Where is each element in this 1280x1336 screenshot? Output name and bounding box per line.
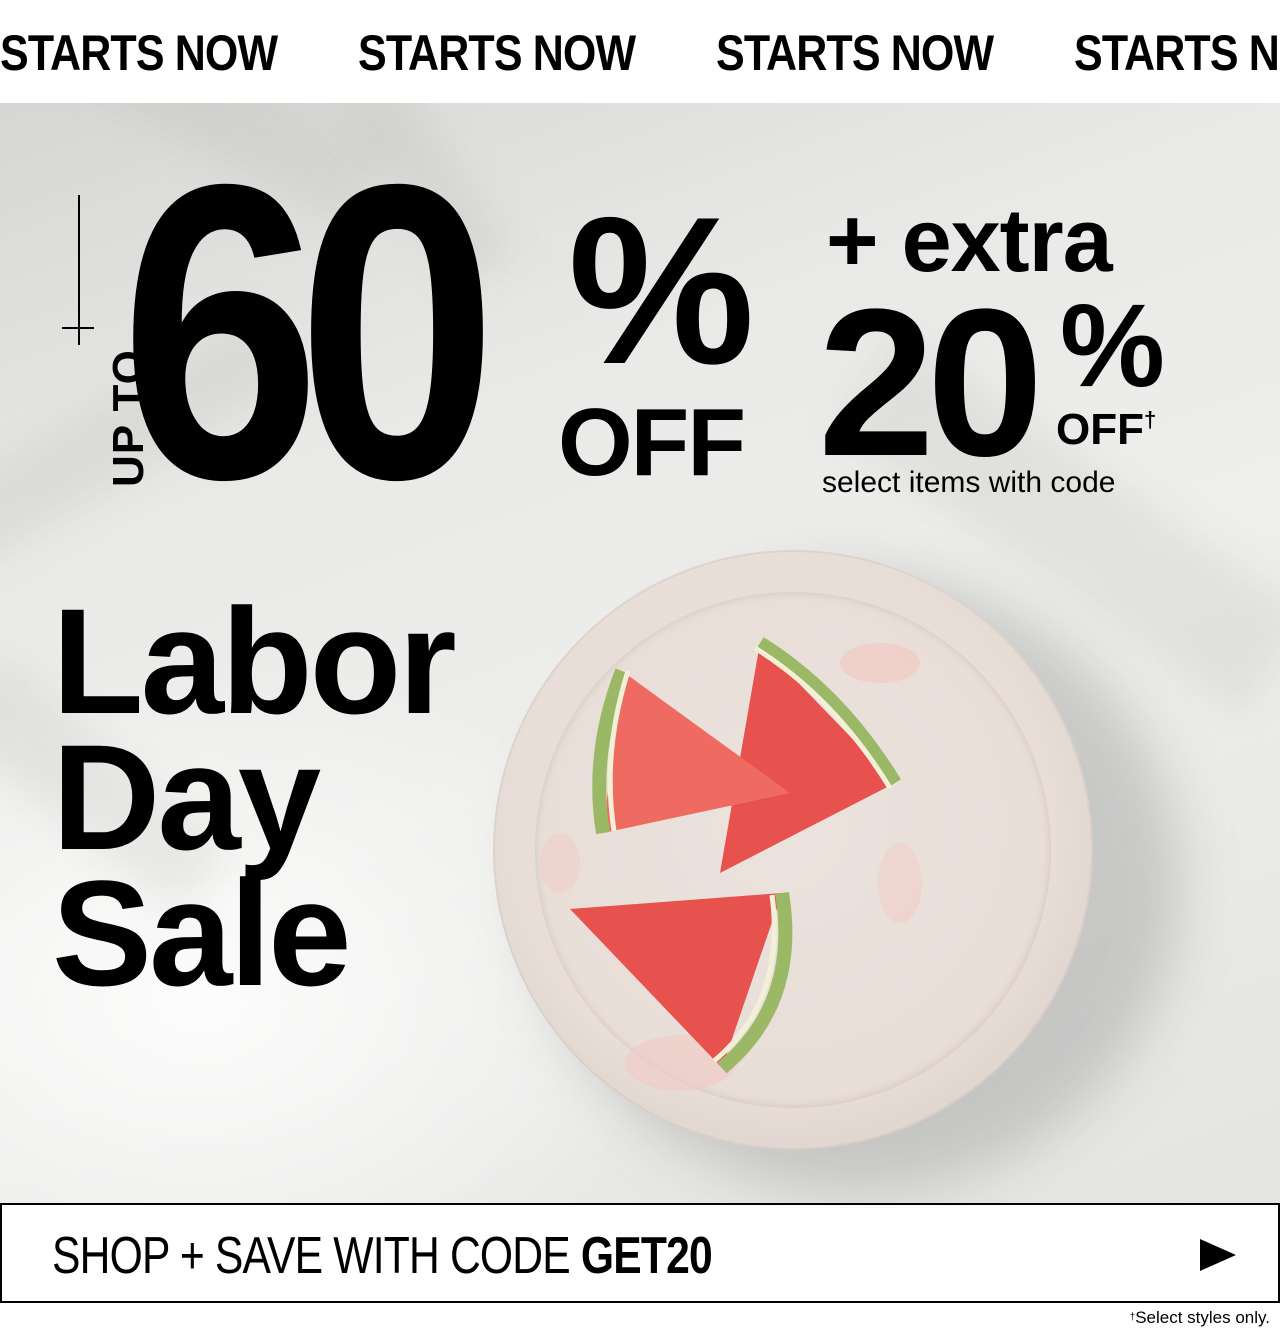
hero-banner[interactable]: UP TO 60 % OFF + extra 20 % OFF† select …: [0, 103, 1280, 1203]
ticker-item: STARTS NOW: [1074, 25, 1280, 81]
play-arrow-icon: [1200, 1239, 1236, 1271]
watermelon-slices: [540, 637, 922, 1091]
starts-now-ticker: STARTS NOW STARTS NOW STARTS NOW STARTS …: [0, 0, 1280, 103]
shop-save-button[interactable]: SHOP + SAVE WITH CODE GET20: [0, 1203, 1280, 1303]
ticker-item: STARTS NOW: [358, 25, 636, 81]
footnote: †Select styles only.: [1130, 1307, 1270, 1329]
promo-code: GET20: [580, 1227, 713, 1285]
cta-label-text: SHOP + SAVE WITH CODE: [52, 1227, 581, 1285]
cta-label: SHOP + SAVE WITH CODE GET20: [52, 1227, 713, 1285]
footnote-text: Select styles only.: [1135, 1308, 1270, 1327]
ticker-item: STARTS NOW: [0, 25, 278, 81]
ticker-item: STARTS NOW: [716, 25, 994, 81]
